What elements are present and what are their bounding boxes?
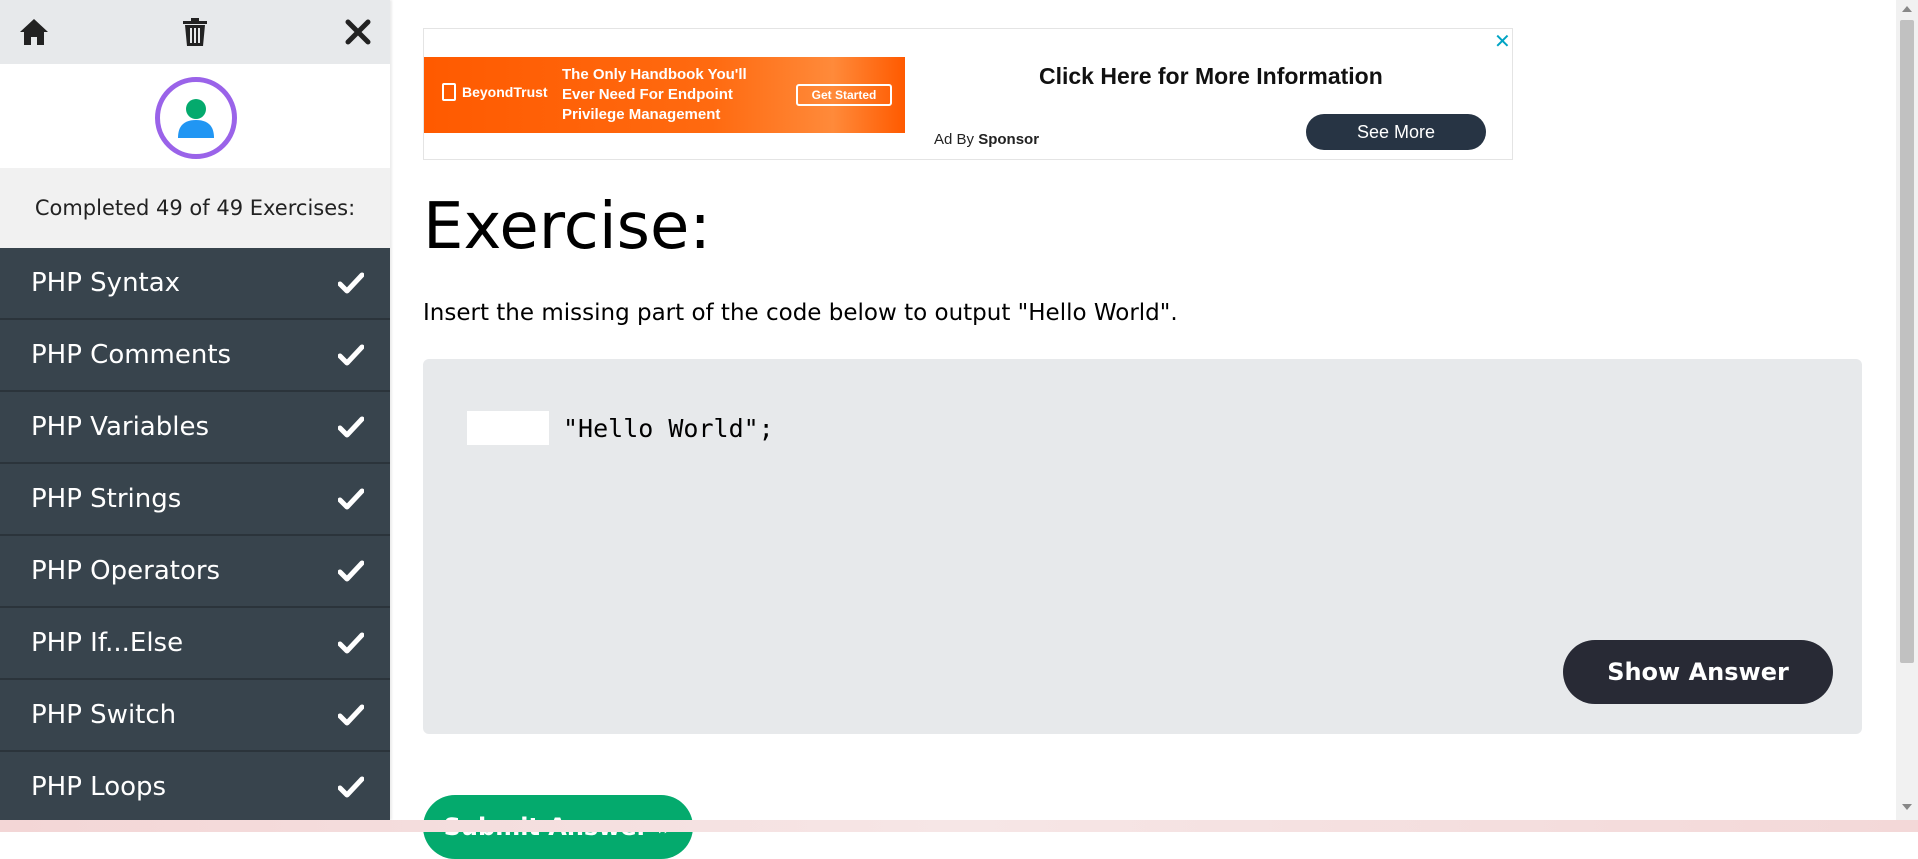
sidebar-item-label: PHP Syntax (31, 268, 181, 298)
sidebar-item-label: PHP Strings (31, 484, 182, 514)
close-sidebar-button[interactable] (338, 12, 378, 52)
sidebar-item-label: PHP Variables (31, 412, 209, 442)
ad-brand: BeyondTrust (442, 83, 548, 101)
check-icon (338, 344, 364, 366)
progress-text: Completed 49 of 49 Exercises: (0, 168, 390, 248)
ad-title[interactable]: Click Here for More Information (1039, 63, 1383, 90)
ad-container[interactable]: BeyondTrust The Only Handbook You'll Eve… (423, 28, 1513, 160)
ad-headline: The Only Handbook You'll Ever Need For E… (562, 66, 747, 123)
ad-attribution: Ad By Sponsor (934, 131, 1039, 148)
sidebar-item-label: PHP Comments (31, 340, 232, 370)
home-button[interactable] (14, 12, 54, 52)
sidebar-item-php-variables[interactable]: PHP Variables (0, 392, 390, 464)
sidebar-item-php-comments[interactable]: PHP Comments (0, 320, 390, 392)
check-icon (338, 272, 364, 294)
code-editor-box: "Hello World"; Show Answer (423, 359, 1862, 734)
check-icon (338, 488, 364, 510)
answer-input[interactable] (467, 411, 549, 445)
scroll-thumb[interactable] (1900, 20, 1914, 663)
exercise-list: PHP Syntax PHP Comments PHP Variables PH… (0, 248, 390, 820)
sidebar-toolbar (0, 0, 390, 64)
code-line: "Hello World"; (467, 411, 774, 445)
ad-banner[interactable]: BeyondTrust The Only Handbook You'll Eve… (424, 57, 905, 133)
sidebar-item-php-operators[interactable]: PHP Operators (0, 536, 390, 608)
code-text: "Hello World"; (563, 413, 774, 443)
page-title: Exercise: (423, 190, 711, 264)
ad-cta-button[interactable]: Get Started (796, 84, 892, 106)
home-icon (20, 19, 48, 45)
scroll-up-icon[interactable] (1902, 6, 1912, 12)
user-icon (178, 99, 214, 138)
see-more-button[interactable]: See More (1306, 114, 1486, 150)
ad-by-sponsor: Sponsor (978, 131, 1040, 148)
check-icon (338, 632, 364, 654)
brand-logo-icon (442, 83, 456, 101)
sidebar-item-php-switch[interactable]: PHP Switch (0, 680, 390, 752)
ad-brand-name: BeyondTrust (462, 84, 548, 100)
bottom-edge (0, 820, 1918, 832)
avatar-area (0, 64, 390, 168)
sidebar-item-label: PHP Operators (31, 556, 221, 586)
sidebar-item-php-syntax[interactable]: PHP Syntax (0, 248, 390, 320)
check-icon (338, 416, 364, 438)
check-icon (338, 704, 364, 726)
show-answer-button[interactable]: Show Answer (1563, 640, 1833, 704)
page-scrollbar[interactable] (1896, 0, 1918, 820)
ad-by-prefix: Ad By (934, 131, 975, 148)
exercise-sidebar: Completed 49 of 49 Exercises: PHP Syntax… (0, 0, 390, 820)
scroll-down-icon[interactable] (1902, 804, 1912, 810)
main-content: BeyondTrust The Only Handbook You'll Eve… (423, 0, 1863, 859)
sidebar-item-label: PHP Loops (31, 772, 167, 802)
reset-progress-button[interactable] (175, 12, 215, 52)
check-icon (338, 560, 364, 582)
close-icon (345, 19, 371, 45)
sidebar-item-php-if-else[interactable]: PHP If...Else (0, 608, 390, 680)
sidebar-item-php-loops[interactable]: PHP Loops (0, 752, 390, 820)
avatar[interactable] (155, 77, 237, 159)
sidebar-item-label: PHP If...Else (31, 628, 184, 658)
sidebar-item-label: PHP Switch (31, 700, 177, 730)
check-icon (338, 776, 364, 798)
ad-close-icon[interactable]: ✕ (1494, 29, 1511, 54)
trash-icon (183, 18, 207, 46)
exercise-instruction: Insert the missing part of the code belo… (423, 300, 1178, 326)
sidebar-item-php-strings[interactable]: PHP Strings (0, 464, 390, 536)
